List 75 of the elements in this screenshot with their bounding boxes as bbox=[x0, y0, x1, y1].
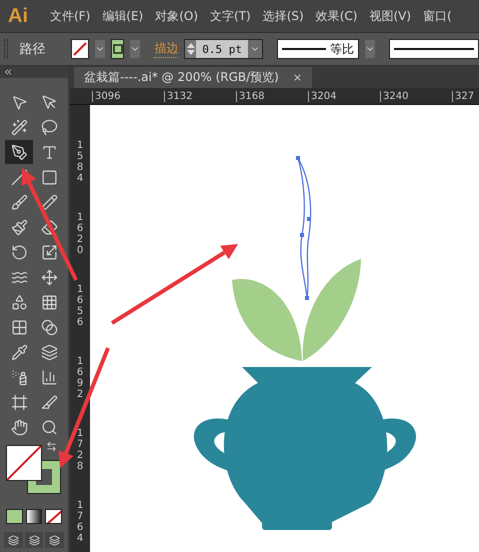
menu-item[interactable]: 文字(T) bbox=[210, 8, 251, 24]
swap-icon[interactable] bbox=[46, 441, 57, 452]
lasso-icon bbox=[40, 118, 58, 136]
layers-icon bbox=[40, 344, 58, 360]
ruler-label: 1656 bbox=[76, 284, 84, 330]
rectangle-icon bbox=[40, 168, 58, 186]
menu-item[interactable]: 选择(S) bbox=[262, 8, 304, 24]
menu-item[interactable]: 窗口( bbox=[423, 8, 452, 24]
eraser-icon bbox=[40, 218, 58, 236]
fill-color-swatch[interactable] bbox=[6, 445, 42, 481]
ruler-label: 1764 bbox=[76, 500, 84, 546]
none-color-icon bbox=[72, 42, 88, 56]
dropdown-button[interactable] bbox=[95, 40, 106, 58]
ruler-label: 3204 bbox=[308, 90, 380, 102]
draw-mode-button[interactable] bbox=[4, 532, 23, 548]
type-icon bbox=[40, 144, 58, 160]
app-logo: Ai bbox=[8, 4, 28, 28]
brush-icon bbox=[10, 194, 28, 210]
bar-chart-icon bbox=[40, 368, 58, 386]
tool-button[interactable] bbox=[5, 140, 33, 164]
collapse-icon[interactable] bbox=[3, 67, 13, 77]
ruler-label: 1620 bbox=[76, 212, 84, 258]
grid-icon bbox=[40, 294, 58, 310]
ruler-label: 327 bbox=[452, 90, 479, 102]
ruler-label: 3240 bbox=[380, 90, 452, 102]
ruler-label: 1692 bbox=[76, 356, 84, 402]
layers-icon bbox=[8, 534, 19, 546]
stroke-weight-field[interactable]: 0.5 pt bbox=[184, 39, 263, 59]
menu-item[interactable]: 效果(C) bbox=[316, 8, 358, 24]
gradient-mode-button[interactable] bbox=[26, 509, 42, 524]
grid-icon bbox=[10, 318, 28, 336]
brush-dropdown[interactable] bbox=[389, 39, 479, 59]
stroke-swatch[interactable] bbox=[111, 39, 124, 59]
ruler-label: 1728 bbox=[76, 428, 84, 474]
profile-dropdown[interactable]: 等比 bbox=[277, 39, 359, 59]
ruler-label: 3096 bbox=[92, 90, 164, 102]
eyedropper-icon bbox=[10, 344, 28, 360]
layers-icon bbox=[28, 534, 40, 546]
move-icon bbox=[40, 268, 58, 286]
shapes-icon bbox=[10, 294, 28, 310]
draw-mode-button[interactable] bbox=[24, 532, 44, 548]
menu-item[interactable]: 视图(V) bbox=[369, 8, 412, 24]
color-mode-button[interactable] bbox=[6, 509, 23, 524]
knife-icon bbox=[40, 394, 58, 410]
selection-type-label: 路径 bbox=[18, 41, 47, 58]
ruler-label: 3168 bbox=[236, 90, 308, 102]
spinner-arrows-icon[interactable] bbox=[186, 43, 195, 55]
pen-icon bbox=[10, 144, 28, 160]
spray-can-icon bbox=[10, 368, 28, 386]
scale-icon bbox=[40, 244, 58, 260]
line-icon bbox=[10, 168, 28, 186]
magic-wand-icon bbox=[10, 118, 28, 136]
zoom-icon bbox=[40, 418, 58, 436]
pencil-icon bbox=[40, 194, 58, 210]
dropdown-button[interactable] bbox=[130, 40, 140, 58]
brush-icon bbox=[10, 218, 28, 236]
menu-item[interactable]: 文件(F) bbox=[50, 8, 90, 24]
fill-swatch[interactable] bbox=[71, 39, 90, 59]
draw-mode-button[interactable] bbox=[45, 532, 64, 548]
layers-icon bbox=[49, 534, 60, 546]
document-tab[interactable]: 盆栽篇----.ai* @ 200% (RGB/预览) × bbox=[74, 67, 312, 88]
ruler-label: 1584 bbox=[76, 140, 84, 186]
rotate-icon bbox=[10, 244, 28, 260]
menu-item[interactable]: 编辑(E) bbox=[102, 8, 144, 24]
menu-item[interactable]: 对象(O) bbox=[155, 8, 198, 24]
blend-icon bbox=[40, 318, 58, 336]
close-tab-button[interactable]: × bbox=[292, 71, 302, 84]
pointer-icon bbox=[40, 94, 58, 110]
pointer-icon bbox=[10, 94, 28, 110]
none-mode-button[interactable] bbox=[45, 509, 62, 524]
frame-icon bbox=[10, 394, 28, 410]
stroke-square-icon bbox=[112, 44, 123, 54]
ruler-label: 3132 bbox=[164, 90, 236, 102]
dropdown-button[interactable] bbox=[365, 40, 375, 58]
hand-icon bbox=[10, 418, 28, 436]
